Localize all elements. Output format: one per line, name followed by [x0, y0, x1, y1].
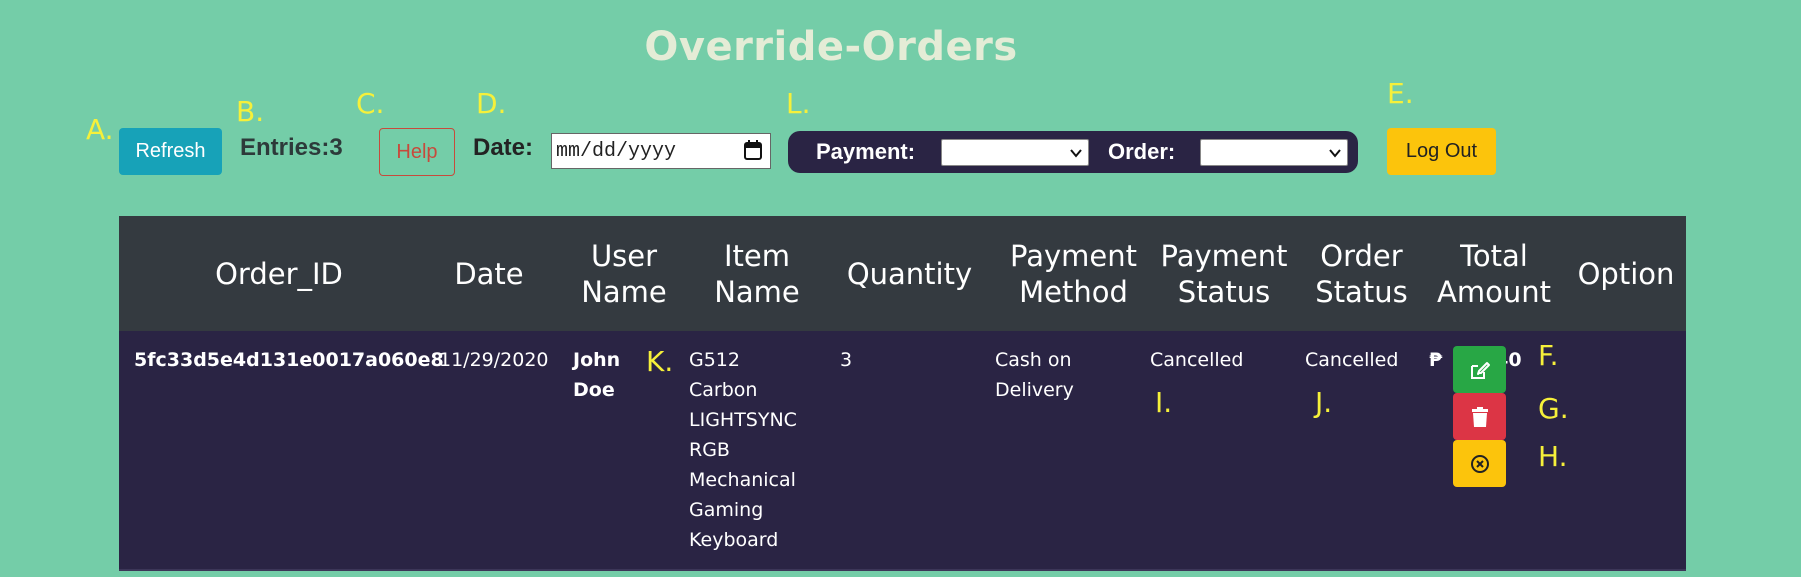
column-header-order-status: Order Status [1315, 238, 1408, 309]
user-name-cell: John Doe [573, 345, 620, 405]
payment-filter-select[interactable] [941, 139, 1089, 166]
payment-filter-label: Payment: [816, 139, 916, 164]
date-placeholder: mm/dd/yyyy [556, 139, 677, 163]
cancel-circle-icon [1470, 454, 1489, 473]
column-header-payment-status: Payment Status [1160, 238, 1288, 309]
marker-g: G. [1538, 392, 1569, 425]
item-name-line: Keyboard [689, 529, 779, 551]
marker-k: K. [646, 345, 674, 378]
table-row: 5fc33d5e4d131e0017a060e8 11/29/2020 John… [119, 331, 1686, 571]
user-name-line: Doe [573, 379, 615, 401]
column-header-option: Option [1577, 256, 1675, 291]
date-input[interactable]: mm/dd/yyyy [551, 133, 771, 169]
filter-bar: Payment: Order: [788, 131, 1358, 173]
page-title: Override-Orders [644, 24, 1018, 70]
marker-i: I. [1155, 386, 1173, 419]
logout-button[interactable]: Log Out [1387, 128, 1496, 175]
item-name-line: G512 [689, 349, 740, 371]
column-header-user-name: User Name [581, 238, 667, 309]
table-header: Order_ID Date User Name Item Name Quanti… [119, 216, 1686, 331]
column-header-quantity: Quantity [846, 256, 973, 291]
payment-method-cell: Cash on Delivery [995, 345, 1074, 405]
help-button[interactable]: Help [379, 128, 455, 176]
payment-method-line: Cash on [995, 349, 1072, 371]
marker-b: B. [236, 95, 265, 128]
marker-a: A. [86, 113, 114, 146]
order-status-cell: Cancelled [1305, 349, 1399, 371]
payment-status-cell: Cancelled [1150, 349, 1244, 371]
marker-d: D. [476, 87, 507, 120]
edit-order-button[interactable] [1453, 346, 1506, 393]
item-name-line: Carbon [689, 379, 758, 401]
payment-method-line: Delivery [995, 379, 1074, 401]
marker-j: J. [1315, 386, 1333, 419]
date-cell: 11/29/2020 [439, 349, 549, 371]
column-header-total-amount: Total Amount [1437, 238, 1551, 309]
date-label: Date: [473, 134, 534, 161]
item-name-line: RGB [689, 439, 730, 461]
cancel-order-button[interactable] [1453, 440, 1506, 487]
column-header-date: Date [454, 256, 524, 291]
column-header-item-name: Item Name [714, 238, 800, 309]
chevron-down-icon [1070, 149, 1082, 158]
marker-l: L. [786, 87, 811, 120]
order-id-cell: 5fc33d5e4d131e0017a060e8 [134, 349, 444, 371]
column-header-order-id: Order_ID [215, 256, 343, 291]
item-name-line: LIGHTSYNC [689, 409, 797, 431]
item-name-cell: G512 Carbon LIGHTSYNC RGB Mechanical Gam… [689, 345, 797, 555]
order-filter-label: Order: [1108, 139, 1176, 164]
calendar-icon[interactable] [744, 140, 762, 160]
quantity-cell: 3 [840, 349, 853, 371]
currency-symbol: ₱ [1429, 349, 1443, 371]
marker-e: E. [1387, 77, 1414, 110]
edit-icon [1470, 361, 1490, 379]
chevron-down-icon [1329, 149, 1341, 158]
user-name-line: John [573, 349, 621, 371]
item-name-line: Mechanical [689, 469, 796, 491]
refresh-button[interactable]: Refresh [119, 128, 222, 175]
marker-h: H. [1538, 440, 1568, 473]
entries-count: Entries:3 [240, 134, 343, 161]
marker-c: C. [356, 87, 385, 120]
marker-f: F. [1538, 339, 1559, 372]
order-filter-select[interactable] [1200, 139, 1348, 166]
item-name-line: Gaming [689, 499, 764, 521]
delete-order-button[interactable] [1453, 393, 1506, 440]
column-header-payment-method: Payment Method [1010, 238, 1137, 309]
trash-icon [1471, 406, 1488, 427]
